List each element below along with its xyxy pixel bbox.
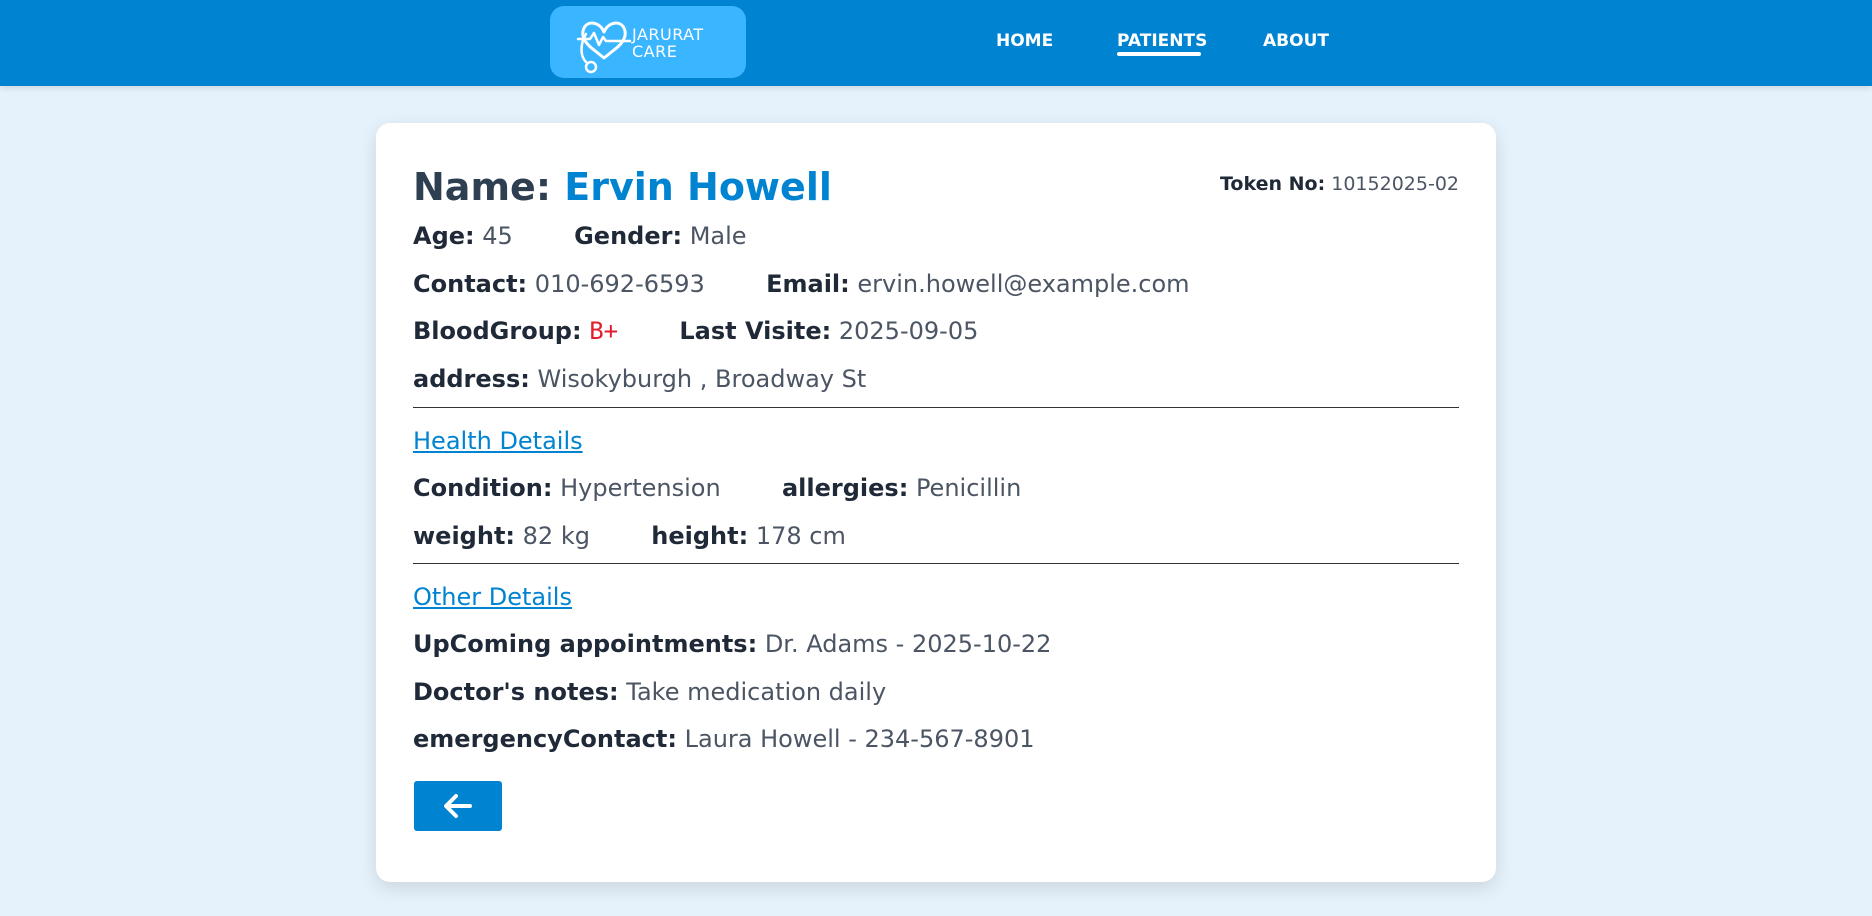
patient-name-label: Name:	[413, 165, 552, 209]
top-navbar: JARURAT CARE HOME PATIENTS ABOUT	[0, 0, 1872, 86]
gender-label: Gender:	[574, 222, 683, 250]
logo-line-2: CARE	[632, 42, 678, 61]
patient-details-card: Name: Ervin Howell Token No: 10152025-02…	[376, 123, 1496, 882]
token-number: Token No: 10152025-02	[1220, 172, 1459, 196]
other-details-link[interactable]: Other Details	[413, 582, 572, 612]
height-label: height:	[651, 522, 749, 550]
email-value: ervin.howell@example.com	[857, 270, 1190, 298]
back-button[interactable]	[414, 781, 502, 831]
height-value: 178 cm	[755, 522, 846, 550]
appointments-value: Dr. Adams - 2025-10-22	[764, 630, 1052, 658]
age-gender-row: Age: 45 Gender: Male	[413, 221, 747, 251]
last-visit-value: 2025-09-05	[838, 317, 979, 345]
arrow-left-icon	[444, 794, 472, 818]
weight-label: weight:	[413, 522, 516, 550]
gender-value: Male	[689, 222, 747, 250]
doctor-notes-value: Take medication daily	[626, 678, 887, 706]
nav-home[interactable]: HOME	[996, 31, 1053, 59]
token-value: 10152025-02	[1331, 173, 1459, 195]
doctor-notes-row: Doctor's notes: Take medication daily	[413, 677, 886, 707]
section-divider	[413, 407, 1459, 408]
email-label: Email:	[766, 270, 850, 298]
bloodgroup-label: BloodGroup:	[413, 317, 582, 345]
age-label: Age:	[413, 222, 475, 250]
patient-name: Ervin Howell	[564, 165, 832, 209]
logo-line-1: JARURAT	[632, 25, 704, 44]
emergency-contact-value: Laura Howell - 234-567-8901	[684, 725, 1035, 753]
nav-about[interactable]: ABOUT	[1263, 31, 1329, 59]
condition-label: Condition:	[413, 474, 553, 502]
appointments-row: UpComing appointments: Dr. Adams - 2025-…	[413, 629, 1051, 659]
address-label: address:	[413, 365, 530, 393]
last-visit-label: Last Visite:	[679, 317, 832, 345]
weight-height-row: weight: 82 kg height: 178 cm	[413, 521, 846, 551]
weight-value: 82 kg	[522, 522, 590, 550]
condition-value: Hypertension	[560, 474, 721, 502]
app-logo[interactable]: JARURAT CARE	[550, 6, 746, 78]
nav-active-indicator	[1117, 52, 1201, 56]
allergies-value: Penicillin	[915, 474, 1022, 502]
allergies-label: allergies:	[781, 474, 909, 502]
patient-name-row: Name: Ervin Howell	[413, 163, 832, 211]
doctor-notes-label: Doctor's notes:	[413, 678, 619, 706]
contact-email-row: Contact: 010-692-6593 Email: ervin.howel…	[413, 269, 1190, 299]
blood-visit-row: BloodGroup: B+ Last Visite: 2025-09-05	[413, 316, 978, 346]
token-label: Token No:	[1220, 173, 1326, 195]
section-divider	[413, 563, 1459, 564]
contact-value: 010-692-6593	[534, 270, 705, 298]
emergency-contact-label: emergencyContact:	[413, 725, 677, 753]
address-row: address: Wisokyburgh , Broadway St	[413, 364, 866, 394]
appointments-label: UpComing appointments:	[413, 630, 758, 658]
health-details-link[interactable]: Health Details	[413, 426, 583, 456]
contact-label: Contact:	[413, 270, 528, 298]
emergency-contact-row: emergencyContact: Laura Howell - 234-567…	[413, 724, 1035, 754]
logo-text: JARURAT CARE	[632, 26, 704, 60]
address-value: Wisokyburgh , Broadway St	[537, 365, 867, 393]
heart-stethoscope-icon	[576, 21, 632, 74]
age-value: 45	[482, 222, 513, 250]
bloodgroup-value: B+	[589, 317, 619, 345]
condition-allergies-row: Condition: Hypertension allergies: Penic…	[413, 473, 1021, 503]
